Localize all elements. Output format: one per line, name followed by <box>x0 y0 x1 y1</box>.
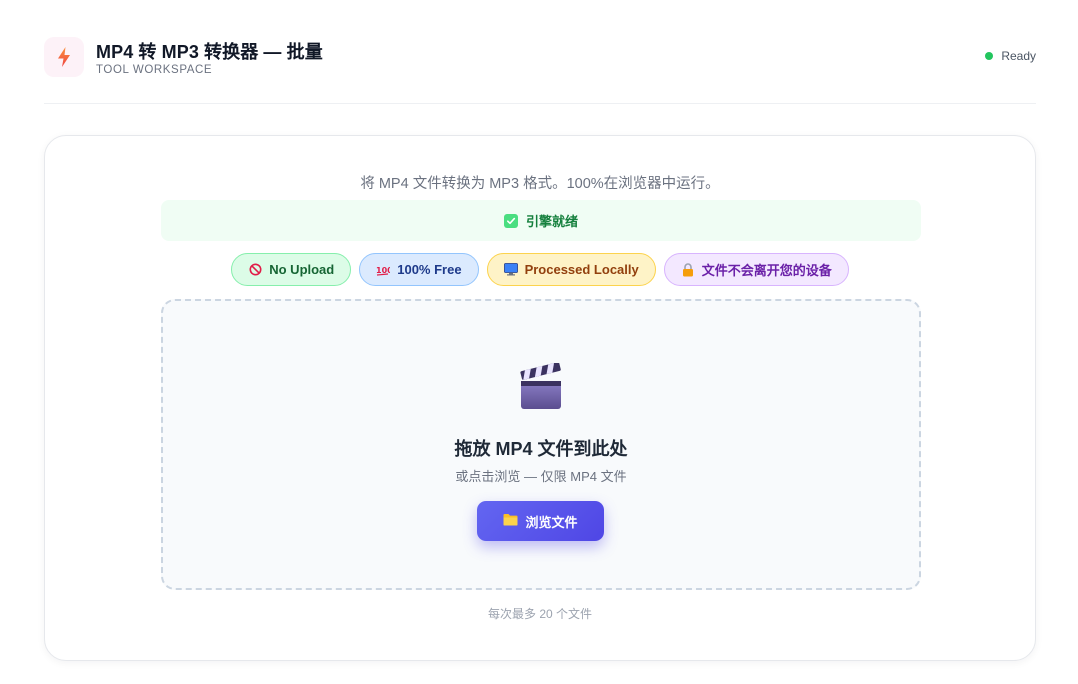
engine-status-banner: 引擎就绪 <box>161 200 921 241</box>
page-title: MP4 转 MP3 转换器 — 批量 <box>96 42 323 62</box>
app-header: MP4 转 MP3 转换器 — 批量 TOOL WORKSPACE Ready <box>44 36 1036 104</box>
browse-files-button[interactable]: 浏览文件 <box>477 501 604 541</box>
badge-free: 100 100% Free <box>359 253 479 286</box>
page-subtitle: TOOL WORKSPACE <box>96 64 213 76</box>
feature-badges: No Upload 100 100% Free Processed Locall… <box>45 253 1035 286</box>
dropzone-title: 拖放 MP4 文件到此处 <box>454 439 628 459</box>
monitor-icon <box>503 263 518 277</box>
badge-label: 100% Free <box>397 262 462 277</box>
engine-status-text: 引擎就绪 <box>525 214 578 229</box>
lock-icon <box>681 262 695 277</box>
browse-files-label: 浏览文件 <box>525 514 578 530</box>
dropzone-subtitle: 或点击浏览 — 仅限 MP4 文件 <box>455 469 627 484</box>
badge-device: 文件不会离开您的设备 <box>663 253 849 286</box>
status-indicator: Ready <box>985 49 1036 63</box>
status-text: Ready <box>1001 49 1036 63</box>
no-entry-icon <box>248 263 262 277</box>
file-dropzone[interactable]: 拖放 MP4 文件到此处 或点击浏览 — 仅限 MP4 文件 浏览文件 <box>161 299 921 590</box>
bolt-icon <box>44 37 84 77</box>
badge-local: Processed Locally <box>486 253 656 286</box>
folder-icon <box>503 513 518 529</box>
badge-label: No Upload <box>269 262 335 277</box>
file-limit-note: 每次最多 20 个文件 <box>487 607 593 621</box>
badge-no-upload: No Upload <box>231 253 352 286</box>
converter-card: 将 MP4 文件转换为 MP3 格式。100%在浏览器中运行。 引擎就绪 No … <box>44 135 1036 661</box>
clapperboard-icon <box>519 362 563 411</box>
hundred-icon: 100 <box>376 263 390 277</box>
tool-description: 将 MP4 文件转换为 MP3 格式。100%在浏览器中运行。 <box>360 176 720 192</box>
check-icon <box>503 213 518 228</box>
badge-label: Processed Locally <box>524 262 639 277</box>
status-dot-icon <box>985 52 994 60</box>
badge-label: 文件不会离开您的设备 <box>701 263 832 278</box>
